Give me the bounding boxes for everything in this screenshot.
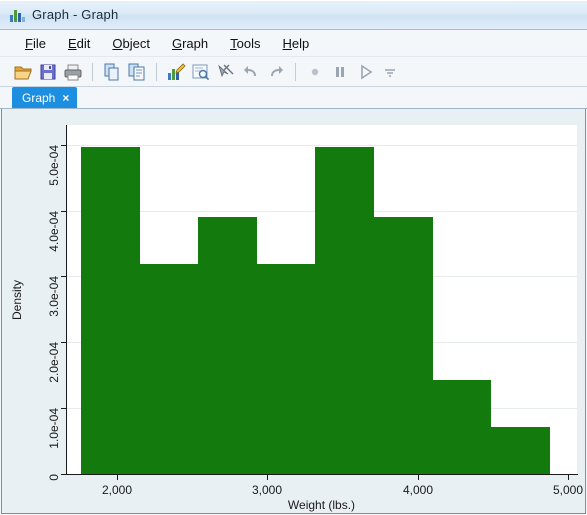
tab-graph[interactable]: Graph × <box>12 87 78 108</box>
toolbar-separator-2 <box>156 62 157 81</box>
menu-label-file: F <box>25 35 33 51</box>
title-bar: Graph - Graph <box>0 0 587 30</box>
menu-item-tools[interactable]: Tools <box>219 33 271 54</box>
menu-rest-tools: ools <box>236 35 261 51</box>
x-axis-title: Weight (lbs.) <box>287 498 356 512</box>
x-tick-label-3: 5,000 <box>552 483 584 497</box>
open-icon[interactable] <box>12 61 34 83</box>
preview-icon[interactable] <box>190 61 212 83</box>
y-tick-3 <box>61 276 66 277</box>
pause-icon[interactable] <box>329 61 351 83</box>
histogram-bar-6 <box>433 380 491 474</box>
y-axis <box>66 125 67 475</box>
pointer-icon[interactable] <box>215 61 237 83</box>
histogram-bar-4 <box>315 147 374 474</box>
menu-item-graph[interactable]: Graph <box>161 33 219 54</box>
histogram-bar-3 <box>257 264 315 474</box>
menu-item-edit[interactable]: Edit <box>57 33 101 54</box>
y-tick-1 <box>61 408 66 409</box>
y-tick-label-2: 2.0e-04 <box>47 342 61 383</box>
y-tick-label-4: 4.0e-04 <box>47 211 61 252</box>
menu-rest-graph: raph <box>182 35 209 51</box>
x-tick-0 <box>117 475 118 480</box>
x-tick-label-2: 4,000 <box>402 483 434 497</box>
copy-icon[interactable] <box>101 61 123 83</box>
save-icon[interactable] <box>37 61 59 83</box>
menu-item-object[interactable]: Object <box>101 33 161 54</box>
tab-graph-label: Graph <box>22 90 56 105</box>
menu-bar: File Edit Object Graph Tools Help <box>0 30 587 57</box>
graph-canvas[interactable]: 0 1.0e-04 2.0e-04 3.0e-04 4.0e-04 5.0e-04 Dens… <box>1 109 586 514</box>
menu-rest-edit: dit <box>76 35 91 51</box>
y-tick-2 <box>61 342 66 343</box>
y-tick-label-0: 0 <box>47 474 61 481</box>
menu-item-help[interactable]: Help <box>271 33 320 54</box>
menu-label-graph: G <box>171 35 183 51</box>
duplicate-icon[interactable] <box>126 61 148 83</box>
menu-item-file[interactable]: File <box>14 33 57 54</box>
print-icon[interactable] <box>62 61 84 83</box>
x-tick-label-0: 2,000 <box>101 483 133 497</box>
histogram-bar-1 <box>140 264 198 474</box>
menu-label-object: O <box>112 35 123 51</box>
x-tick-1 <box>267 475 268 480</box>
y-tick-label-5: 5.0e-04 <box>47 145 61 186</box>
y-tick-4 <box>61 211 66 212</box>
play-icon[interactable] <box>354 61 376 83</box>
window-title: Graph - Graph <box>32 7 119 22</box>
x-axis <box>66 474 578 475</box>
tab-strip: Graph × <box>0 87 587 109</box>
toolbar-separator-3 <box>295 62 296 81</box>
gridline-y-5 <box>66 145 577 146</box>
toolbar-separator-1 <box>92 62 93 81</box>
y-axis-title: Density <box>10 279 24 320</box>
menu-label-edit: E <box>67 35 77 51</box>
histogram-bar-2 <box>198 217 257 474</box>
menu-rest-help: elp <box>291 35 310 51</box>
close-icon[interactable]: × <box>62 92 69 104</box>
y-tick-label-1: 1.0e-04 <box>47 408 61 449</box>
histogram-bar-0 <box>81 147 140 474</box>
tool-bar <box>0 57 587 87</box>
undo-icon[interactable] <box>240 61 262 83</box>
menu-label-help: H <box>282 35 292 51</box>
y-tick-0 <box>61 474 66 475</box>
histogram-bar-7 <box>491 427 550 474</box>
menu-rest-file: ile <box>32 35 46 51</box>
graph-editor-icon[interactable] <box>165 61 187 83</box>
graph-window: Graph - Graph File Edit Object Graph Too… <box>0 0 587 515</box>
menu-rest-object: bject <box>122 35 150 51</box>
x-tick-3 <box>568 475 569 480</box>
record-icon[interactable] <box>304 61 326 83</box>
x-tick-label-1: 3,000 <box>251 483 283 497</box>
y-tick-5 <box>61 145 66 146</box>
histogram-bar-5 <box>374 217 433 474</box>
redo-icon[interactable] <box>265 61 287 83</box>
more-icon[interactable] <box>379 61 401 83</box>
bar-chart-icon <box>9 7 25 23</box>
x-tick-2 <box>418 475 419 480</box>
y-tick-label-3: 3.0e-04 <box>47 276 61 317</box>
histogram-plot: 0 1.0e-04 2.0e-04 3.0e-04 4.0e-04 5.0e-04 Dens… <box>2 109 585 513</box>
